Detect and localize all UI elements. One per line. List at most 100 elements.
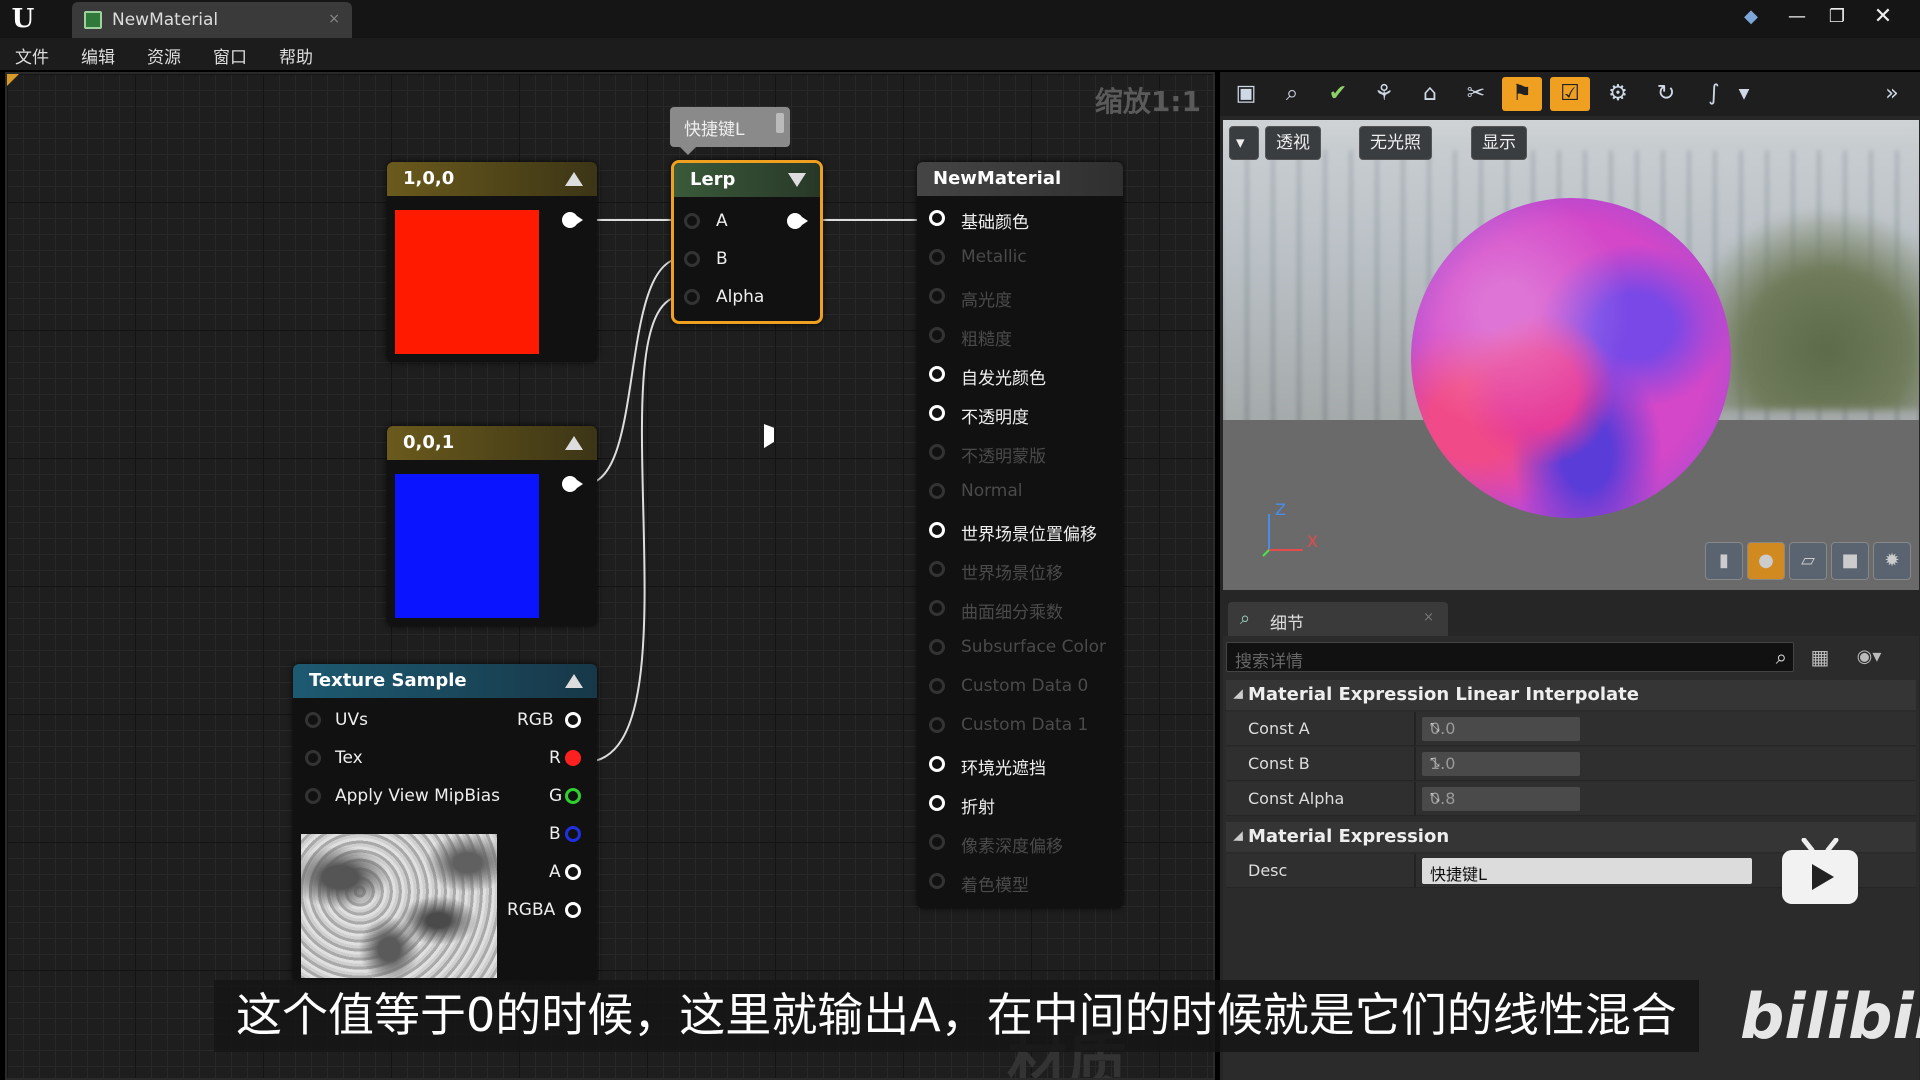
document-tab[interactable]: NewMaterial × bbox=[72, 2, 352, 38]
clean-up-icon[interactable]: ✂ bbox=[1456, 77, 1496, 111]
input-pin-alpha[interactable] bbox=[684, 289, 700, 305]
close-button[interactable]: ✕ bbox=[1866, 4, 1900, 30]
node-header[interactable]: 0,0,1 bbox=[387, 426, 597, 460]
comment-bubble[interactable]: 快捷键L bbox=[670, 107, 790, 155]
show-button[interactable]: 显示 bbox=[1471, 126, 1527, 160]
maximize-button[interactable]: ❐ bbox=[1820, 4, 1854, 30]
viewport-options-button[interactable]: ▾ bbox=[1229, 126, 1259, 160]
save-icon[interactable]: ▣ bbox=[1226, 77, 1266, 111]
input-pin-uvs[interactable] bbox=[305, 712, 321, 728]
collapse-arrow-icon[interactable] bbox=[788, 173, 806, 187]
node-header[interactable]: NewMaterial bbox=[917, 162, 1123, 196]
material-input-pin[interactable] bbox=[929, 600, 945, 616]
unlit-button[interactable]: 无光照 bbox=[1359, 126, 1432, 160]
cube-preview-icon[interactable]: ■ bbox=[1831, 542, 1869, 580]
material-input-pin[interactable] bbox=[929, 561, 945, 577]
menu-asset[interactable]: 资源 bbox=[147, 43, 181, 68]
spin-icon[interactable]: ⤡ bbox=[1430, 790, 1574, 805]
material-input-pin[interactable] bbox=[929, 366, 945, 382]
plane-preview-icon[interactable]: ▱ bbox=[1789, 542, 1827, 580]
content-browser-icon[interactable]: ◆ bbox=[1734, 4, 1768, 30]
section-collapse-icon[interactable] bbox=[1233, 689, 1243, 699]
material-result-node[interactable]: NewMaterial 基础颜色 Metallic 高光度 粗糙度 自发光颜色 不透明度不… bbox=[917, 162, 1123, 908]
menu-edit[interactable]: 编辑 bbox=[81, 43, 115, 68]
connectors-icon[interactable]: ⚑ bbox=[1502, 77, 1542, 111]
material-input-pin[interactable] bbox=[929, 288, 945, 304]
constant-node-red[interactable]: 1,0,0 bbox=[387, 162, 597, 362]
collapse-arrow-icon[interactable] bbox=[565, 436, 583, 450]
cylinder-preview-icon[interactable]: ▮ bbox=[1705, 542, 1743, 580]
expand-toolbar-icon[interactable]: » bbox=[1872, 77, 1912, 111]
collapse-arrow-icon[interactable] bbox=[565, 674, 583, 688]
preview-viewport[interactable]: ▾ 透视 无光照 显示 Z X ▮ ● ▱ ■ ✹ bbox=[1223, 120, 1919, 590]
hide-unrelated-icon[interactable]: ∫ bbox=[1694, 77, 1734, 111]
menu-file[interactable]: 文件 bbox=[15, 43, 49, 68]
const-a-input[interactable]: 0.0 ⤡ bbox=[1422, 717, 1580, 741]
spin-icon[interactable]: ⤡ bbox=[1430, 755, 1574, 770]
menu-help[interactable]: 帮助 bbox=[279, 43, 313, 68]
section-lerp[interactable]: Material Expression Linear Interpolate bbox=[1226, 680, 1916, 710]
menu-window[interactable]: 窗口 bbox=[213, 43, 247, 68]
material-input-pin[interactable] bbox=[929, 834, 945, 850]
material-input-pin[interactable] bbox=[929, 639, 945, 655]
output-pin-r[interactable] bbox=[565, 750, 581, 766]
material-input-pin[interactable] bbox=[929, 717, 945, 733]
output-pin-b[interactable] bbox=[565, 826, 581, 842]
output-pin[interactable] bbox=[562, 476, 583, 492]
perspective-button[interactable]: 透视 bbox=[1265, 126, 1321, 160]
input-pin-a[interactable] bbox=[684, 213, 700, 229]
output-pin-g[interactable] bbox=[565, 788, 581, 804]
sphere-preview-icon[interactable]: ● bbox=[1747, 542, 1785, 580]
material-input-pin[interactable] bbox=[929, 444, 945, 460]
property-matrix-icon[interactable]: ▦ bbox=[1803, 642, 1837, 672]
material-input-pin[interactable] bbox=[929, 678, 945, 694]
live-update-icon[interactable]: ↻ bbox=[1646, 77, 1686, 111]
details-tab-close-icon[interactable]: × bbox=[1423, 610, 1434, 625]
output-pin[interactable] bbox=[562, 212, 583, 228]
section-collapse-icon[interactable] bbox=[1233, 831, 1243, 841]
spin-icon[interactable]: ⤡ bbox=[1430, 720, 1574, 735]
details-tab[interactable]: ⌕ 细节 × bbox=[1228, 602, 1448, 636]
eye-icon[interactable]: ◉▾ bbox=[1845, 642, 1893, 672]
collapse-arrow-icon[interactable] bbox=[565, 172, 583, 186]
node-header[interactable]: Lerp bbox=[674, 163, 820, 197]
material-input-pin[interactable] bbox=[929, 405, 945, 421]
minimize-button[interactable]: — bbox=[1780, 4, 1814, 30]
material-input-pin[interactable] bbox=[929, 522, 945, 538]
texture-sample-node[interactable]: Texture Sample UVs Tex Apply View MipBia… bbox=[293, 664, 597, 982]
search-node-icon[interactable]: ⚘ bbox=[1364, 77, 1404, 111]
output-pin-rgb[interactable] bbox=[565, 712, 581, 728]
input-pin-b[interactable] bbox=[684, 251, 700, 267]
chevron-down-icon[interactable]: ▼ bbox=[1732, 77, 1756, 111]
material-input-pin[interactable] bbox=[929, 756, 945, 772]
node-header[interactable]: 1,0,0 bbox=[387, 162, 597, 196]
output-pin[interactable] bbox=[787, 213, 808, 229]
material-graph[interactable]: 缩放1:1 快捷键L 1,0,0 0,0,1 Lerp A B Alpha Te… bbox=[5, 72, 1215, 1080]
node-header[interactable]: Texture Sample bbox=[293, 664, 597, 698]
pin-icon[interactable] bbox=[776, 113, 784, 133]
material-input-pin[interactable] bbox=[929, 483, 945, 499]
material-input-pin[interactable] bbox=[929, 210, 945, 226]
lerp-node[interactable]: Lerp A B Alpha bbox=[671, 160, 823, 324]
material-input-pin[interactable] bbox=[929, 873, 945, 889]
apply-icon[interactable]: ✔ bbox=[1318, 77, 1358, 111]
search-icon[interactable]: ⌕ bbox=[1776, 645, 1787, 669]
const-alpha-input[interactable]: 0.8 ⤡ bbox=[1422, 787, 1580, 811]
input-pin-mipbias[interactable] bbox=[305, 788, 321, 804]
material-input-pin[interactable] bbox=[929, 795, 945, 811]
output-pin-rgba[interactable] bbox=[565, 902, 581, 918]
material-input-pin[interactable] bbox=[929, 249, 945, 265]
input-pin-tex[interactable] bbox=[305, 750, 321, 766]
material-input-pin[interactable] bbox=[929, 327, 945, 343]
live-nodes-icon[interactable]: ⚙ bbox=[1598, 77, 1638, 111]
live-preview-icon[interactable]: ☑ bbox=[1550, 77, 1590, 111]
constant-node-blue[interactable]: 0,0,1 bbox=[387, 426, 597, 626]
browse-icon[interactable]: ⌕ bbox=[1272, 77, 1312, 111]
const-b-input[interactable]: 1.0 ⤡ bbox=[1422, 752, 1580, 776]
tab-close-icon[interactable]: × bbox=[328, 11, 340, 27]
details-search-input[interactable]: 搜索详情 ⌕ bbox=[1226, 642, 1794, 672]
mesh-preview-icon[interactable]: ✹ bbox=[1873, 542, 1911, 580]
home-icon[interactable]: ⌂ bbox=[1410, 77, 1450, 111]
output-pin-a[interactable] bbox=[565, 864, 581, 880]
desc-input[interactable]: 快捷键L bbox=[1422, 858, 1752, 884]
